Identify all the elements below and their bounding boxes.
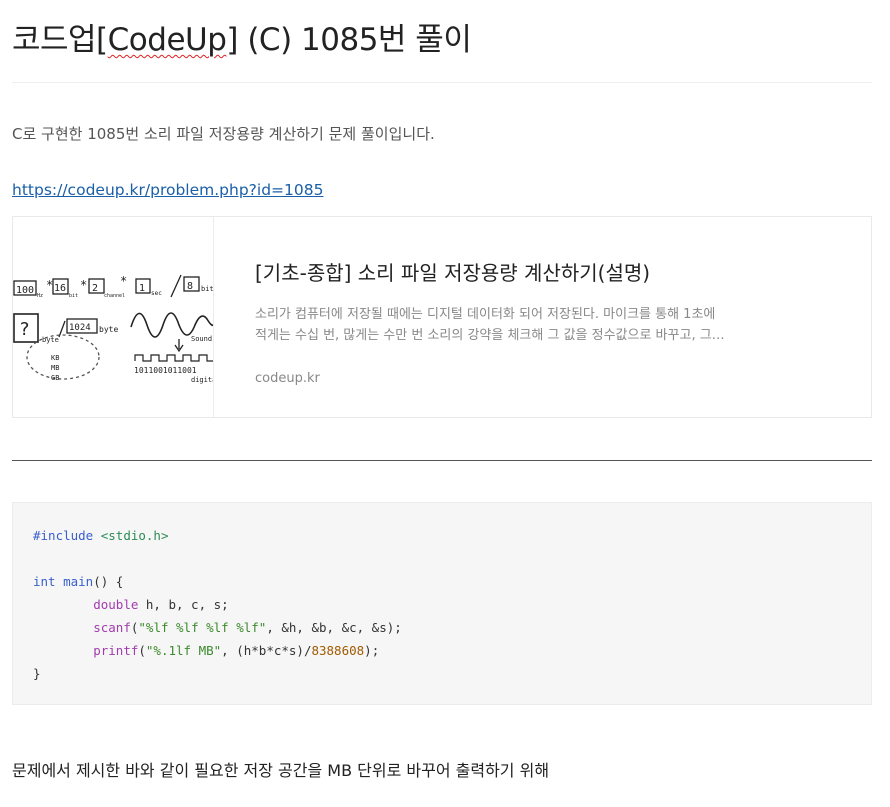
link-preview-description: 소리가 컴퓨터에 저장될 때에는 디지털 데이터화 되어 저장된다. 마이크를 …: [255, 307, 716, 343]
sketch-sec-value: 1: [139, 283, 145, 294]
sketch-binary-digits: 1011001011001: [134, 366, 197, 375]
sketch-unit-mb: MB: [51, 364, 59, 372]
sketch-hz-value: 100: [16, 285, 34, 296]
sketch-digital-label: digital: [191, 376, 214, 384]
sketch-channel-value: 2: [92, 283, 98, 294]
sketch-divisor-value: 8: [187, 281, 193, 292]
sketch-digital-signal: [134, 354, 213, 362]
sketch-kb-value: 1024: [69, 323, 91, 333]
code-include-directive: #include: [33, 528, 94, 543]
code-printf-number: 8388608: [311, 643, 365, 658]
sketch-sec-unit: sec: [151, 290, 162, 297]
sketch-unit-kb: KB: [51, 354, 59, 362]
sketch-unit-gb: GB: [51, 374, 59, 382]
code-printf-fn: printf: [93, 643, 139, 658]
sketch-bit-value: 16: [54, 283, 66, 294]
link-preview-card[interactable]: 100 Hz * 16 bit * 2 channel * 1 sec 8 bi…: [12, 216, 872, 418]
code-content: #include <stdio.h> int main() { double h…: [33, 524, 402, 685]
sketch-sound-label: Sound: [191, 335, 212, 343]
code-block: #include <stdio.h> int main() { double h…: [12, 502, 872, 705]
sound-calculation-sketch: 100 Hz * 16 bit * 2 channel * 1 sec 8 bi…: [13, 274, 214, 384]
code-main-type: int: [33, 574, 56, 589]
code-printf-end: );: [364, 643, 380, 658]
code-decl-type: double: [93, 597, 139, 612]
code-include-header: <stdio.h>: [100, 528, 169, 543]
code-scanf-args: , &h, &b, &c, &s);: [266, 620, 402, 635]
sketch-kb-unit: byte: [99, 325, 118, 334]
link-preview-domain: codeup.kr: [255, 371, 320, 386]
page-title: 코드업[CodeUp] (C) 1085번 풀이: [12, 14, 472, 59]
code-closing-brace: }: [33, 666, 41, 681]
sketch-bit-unit: bit: [69, 293, 78, 299]
sketch-question-mark: ?: [19, 319, 30, 340]
title-prefix: 코드업[: [12, 22, 108, 58]
code-printf-format: "%.1lf MB": [145, 643, 222, 658]
sketch-byte-label: byte: [42, 336, 59, 344]
link-preview-body: [기초-종합] 소리 파일 저장용량 계산하기(설명) 소리가 컴퓨터에 저장될…: [214, 217, 725, 417]
title-suffix: ] (C) 1085번 풀이: [226, 22, 472, 58]
sketch-hz-unit: Hz: [37, 293, 43, 299]
sketch-multiply-3: *: [120, 274, 127, 288]
code-main-rest: () {: [93, 574, 124, 589]
outro-text: 문제에서 제시한 바와 같이 필요한 저장 공간을 MB 단위로 바꾸어 출력하…: [12, 761, 550, 780]
link-preview-title[interactable]: [기초-종합] 소리 파일 저장용량 계산하기(설명): [255, 257, 725, 286]
code-scanf-format: "%lf %lf %lf %lf": [138, 620, 267, 635]
sketch-down-arrow: [174, 339, 184, 353]
code-printf-expr: , (h*b*c*s)/: [221, 643, 312, 658]
intro-text: C로 구현한 1085번 소리 파일 저장용량 계산하기 문제 풀이입니다.: [12, 125, 435, 143]
sketch-divisor-unit: bit: [201, 285, 214, 293]
section-divider: [12, 460, 872, 461]
title-spellcheck-word: CodeUp: [107, 22, 227, 58]
code-decl-vars: h, b, c, s;: [138, 597, 229, 612]
sketch-channel-unit: channel: [104, 293, 125, 299]
sketch-multiply-1: *: [46, 278, 53, 292]
code-scanf-fn: scanf: [93, 620, 131, 635]
sketch-sound-wave: [130, 312, 213, 338]
code-main-name: main: [63, 574, 94, 589]
link-preview-thumbnail: 100 Hz * 16 bit * 2 channel * 1 sec 8 bi…: [13, 217, 214, 417]
sketch-divide-slash: [170, 274, 182, 298]
sketch-multiply-2: *: [80, 278, 87, 292]
code-printf-open: (: [138, 643, 146, 658]
title-divider: [12, 82, 872, 83]
problem-link[interactable]: https://codeup.kr/problem.php?id=1085: [12, 181, 323, 199]
